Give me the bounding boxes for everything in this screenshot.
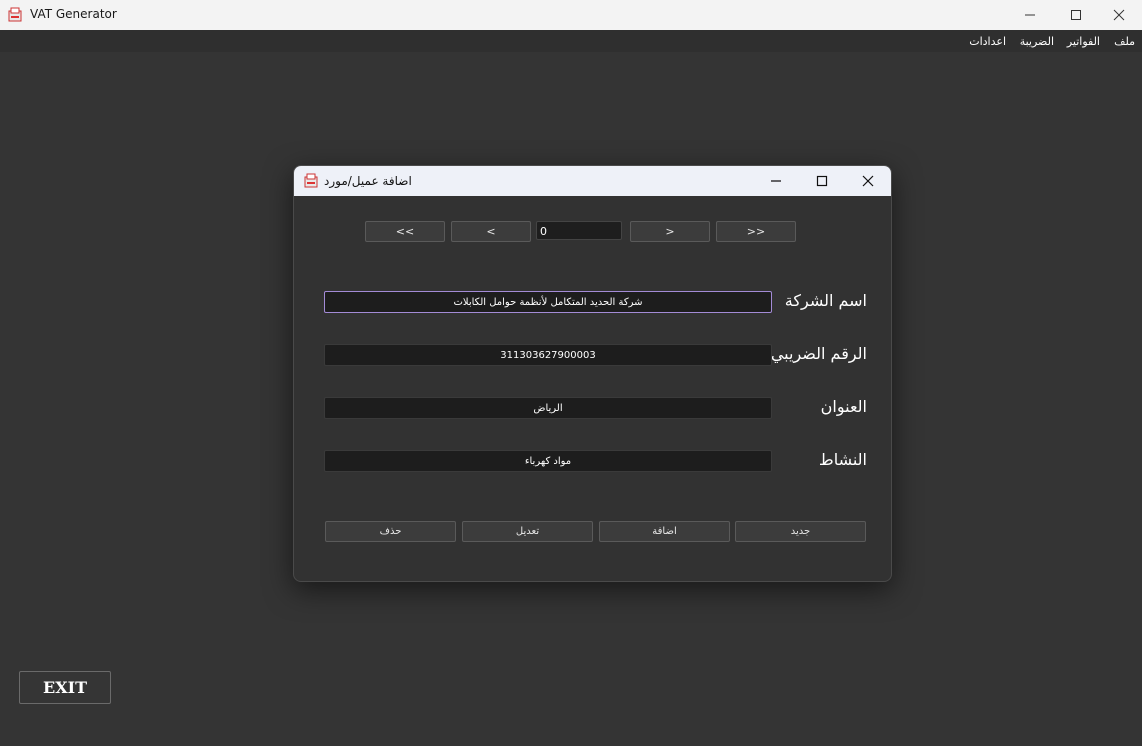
new-button[interactable]: جديد [735, 521, 866, 542]
tax-number-field[interactable]: 311303627900003 [324, 344, 772, 366]
activity-label: النشاط [818, 450, 867, 469]
menu-file[interactable]: ملف [1114, 35, 1135, 48]
window-titlebar: VAT Generator [0, 0, 1142, 30]
minimize-button[interactable] [1007, 0, 1053, 30]
delete-button[interactable]: حذف [325, 521, 456, 542]
dialog-titlebar: اضافة عميل/مورد [294, 166, 891, 196]
minimize-icon [771, 180, 781, 182]
edit-button[interactable]: تعديل [462, 521, 593, 542]
company-name-field[interactable]: شركة الحديد المتكامل لأنظمة حوامل الكابل… [324, 291, 772, 313]
close-icon [862, 175, 874, 187]
dialog-maximize-button[interactable] [799, 166, 845, 196]
last-record-button[interactable]: >> [716, 221, 796, 242]
next-record-button[interactable]: > [630, 221, 710, 242]
exit-button[interactable]: EXIT [19, 671, 111, 704]
menu-bar: ملف الفواتير الضريبة اعدادات [0, 30, 1142, 52]
close-icon [1113, 9, 1125, 21]
previous-record-button[interactable]: < [451, 221, 531, 242]
address-field[interactable]: الرياض [324, 397, 772, 419]
maximize-icon [816, 175, 828, 187]
company-name-label: اسم الشركة [784, 291, 867, 310]
app-title: VAT Generator [30, 7, 117, 21]
receipt-icon [304, 173, 318, 188]
maximize-button[interactable] [1053, 0, 1099, 30]
menu-settings[interactable]: اعدادات [969, 35, 1006, 48]
tax-number-label: الرقم الضريبي [770, 344, 867, 363]
menu-invoices[interactable]: الفواتير [1067, 35, 1100, 48]
add-button[interactable]: اضافة [599, 521, 730, 542]
first-record-button[interactable]: << [365, 221, 445, 242]
activity-field[interactable]: مواد كهرباء [324, 450, 772, 472]
minimize-icon [1025, 14, 1035, 16]
dialog-minimize-button[interactable] [753, 166, 799, 196]
receipt-icon [8, 7, 22, 22]
address-label: العنوان [820, 397, 867, 416]
add-customer-supplier-dialog: اضافة عميل/مورد << < 0 > >> اسم الشركة ش… [293, 165, 892, 582]
dialog-close-button[interactable] [845, 166, 891, 196]
record-index-field[interactable]: 0 [536, 221, 622, 240]
maximize-icon [1071, 10, 1081, 20]
menu-tax[interactable]: الضريبة [1020, 35, 1054, 48]
close-button[interactable] [1096, 0, 1142, 30]
dialog-title: اضافة عميل/مورد [324, 174, 412, 188]
